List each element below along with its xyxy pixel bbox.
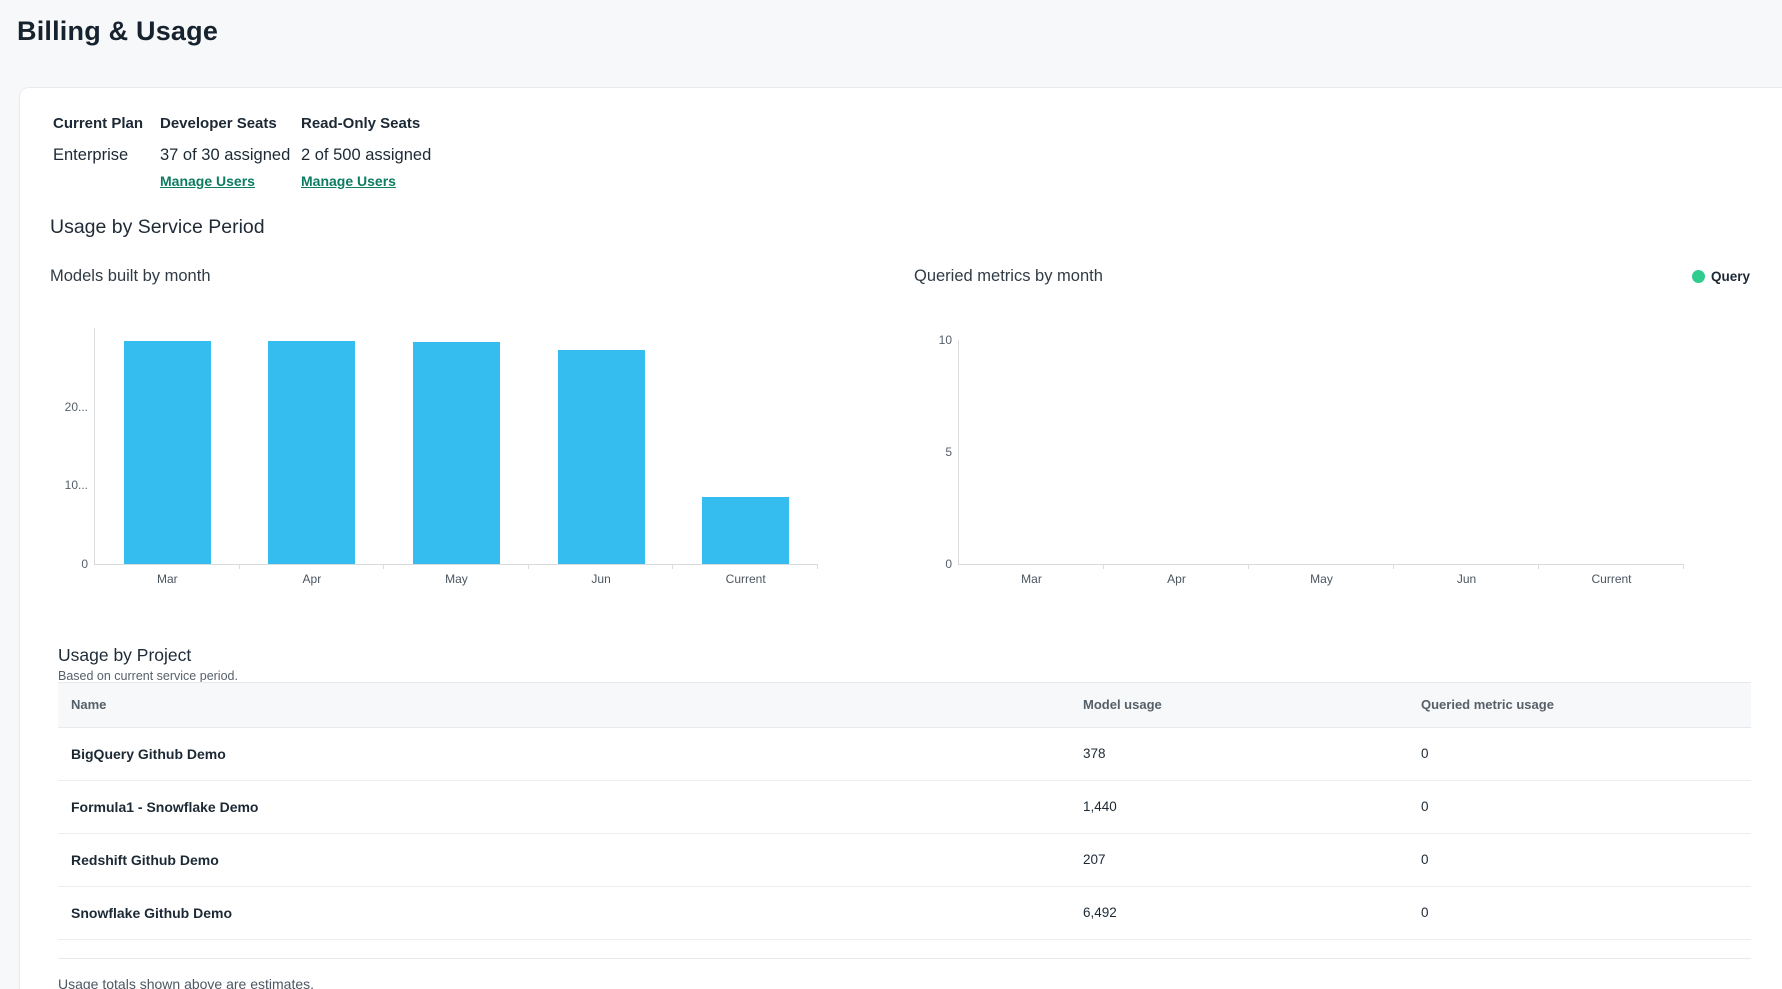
project-name-cell: Formula1 - Snowflake Demo <box>71 781 258 833</box>
bar-may <box>413 342 500 564</box>
models-built-chart-title: Models built by month <box>50 267 211 286</box>
x-axis-tick <box>1393 564 1394 569</box>
x-axis-label-may: May <box>384 572 529 586</box>
project-name-cell: Snowflake Github Demo <box>71 887 232 939</box>
query-legend-label: Query <box>1711 269 1750 284</box>
x-axis-tick <box>672 564 673 569</box>
developer-seats-value: 37 of 30 assigned <box>160 146 290 165</box>
project-name-cell: Redshift Github Demo <box>71 834 219 886</box>
project-name-cell: BigQuery Github Demo <box>71 728 226 780</box>
table-bottom-divider <box>58 958 1751 959</box>
x-axis-label-mar: Mar <box>959 572 1104 586</box>
models-built-chart: 010...20...MarAprMayJunCurrent <box>94 328 818 565</box>
chart-legend: Query <box>1692 269 1750 284</box>
project-usage-subheading: Based on current service period. <box>58 669 238 683</box>
project-usage-rows: BigQuery Github Demo3780Formula1 - Snowf… <box>58 728 1751 940</box>
plan-summary-current-plan: Current Plan Enterprise <box>53 115 143 165</box>
x-axis-label-may: May <box>1249 572 1394 586</box>
table-row: Formula1 - Snowflake Demo 1,440 0 <box>58 781 1751 834</box>
y-axis-tick-label: 0 <box>892 556 952 572</box>
readonly-seats-label: Read-Only Seats <box>301 115 431 132</box>
x-axis-label-mar: Mar <box>95 572 240 586</box>
model-usage-cell: 1,440 <box>1083 781 1117 833</box>
bar-jun <box>558 350 645 564</box>
queried-metric-usage-cell: 0 <box>1421 781 1429 833</box>
column-header-queried-metric-usage: Queried metric usage <box>1421 683 1554 727</box>
page-header: Billing & Usage <box>0 0 1782 87</box>
y-axis-tick-label: 5 <box>892 444 952 460</box>
current-plan-label: Current Plan <box>53 115 143 132</box>
x-axis-tick <box>239 564 240 569</box>
table-row: Redshift Github Demo 207 0 <box>58 834 1751 887</box>
table-header-row: Name Model usage Queried metric usage <box>58 682 1751 728</box>
x-axis-tick <box>1683 564 1684 569</box>
column-header-name: Name <box>71 683 106 727</box>
x-axis-label-apr: Apr <box>1104 572 1249 586</box>
project-usage-heading: Usage by Project <box>58 645 191 666</box>
y-axis-tick-label: 20... <box>28 399 88 415</box>
model-usage-cell: 6,492 <box>1083 887 1117 939</box>
billing-card: Current Plan Enterprise Developer Seats … <box>19 87 1782 989</box>
plan-summary-developer-seats: Developer Seats 37 of 30 assigned Manage… <box>160 115 290 191</box>
queried-metrics-chart: 0510MarAprMayJunCurrent <box>958 340 1684 565</box>
bar-apr <box>268 341 355 564</box>
bar-current <box>702 497 789 564</box>
x-axis-tick <box>817 564 818 569</box>
usage-estimates-footnote: Usage totals shown above are estimates. <box>58 974 314 989</box>
x-axis-tick <box>1103 564 1104 569</box>
x-axis-tick <box>1538 564 1539 569</box>
model-usage-cell: 378 <box>1083 728 1106 780</box>
y-axis-tick-label: 10 <box>892 332 952 348</box>
table-row: BigQuery Github Demo 378 0 <box>58 728 1751 781</box>
x-axis-tick <box>528 564 529 569</box>
queried-metrics-chart-title: Queried metrics by month <box>914 267 1103 286</box>
column-header-model-usage: Model usage <box>1083 683 1162 727</box>
query-legend-dot-icon <box>1692 270 1705 283</box>
y-axis-tick-label: 10... <box>28 477 88 493</box>
page-title: Billing & Usage <box>17 16 218 47</box>
x-axis-label-jun: Jun <box>1394 572 1539 586</box>
queried-metric-usage-cell: 0 <box>1421 728 1429 780</box>
x-axis-label-current: Current <box>1539 572 1684 586</box>
readonly-seats-value: 2 of 500 assigned <box>301 146 431 165</box>
x-axis-label-current: Current <box>673 572 818 586</box>
plan-summary-readonly-seats: Read-Only Seats 2 of 500 assigned Manage… <box>301 115 431 191</box>
current-plan-value: Enterprise <box>53 146 143 165</box>
manage-users-link-readonly[interactable]: Manage Users <box>301 173 396 189</box>
queried-metric-usage-cell: 0 <box>1421 834 1429 886</box>
billing-usage-page: Billing & Usage Current Plan Enterprise … <box>0 0 1782 989</box>
y-axis-tick-label: 0 <box>28 556 88 572</box>
x-axis-label-jun: Jun <box>529 572 674 586</box>
x-axis-label-apr: Apr <box>240 572 385 586</box>
developer-seats-label: Developer Seats <box>160 115 290 132</box>
usage-section-heading: Usage by Service Period <box>50 216 265 239</box>
model-usage-cell: 207 <box>1083 834 1106 886</box>
bar-mar <box>124 341 211 564</box>
x-axis-tick <box>1248 564 1249 569</box>
queried-metric-usage-cell: 0 <box>1421 887 1429 939</box>
x-axis-tick <box>383 564 384 569</box>
manage-users-link-developer[interactable]: Manage Users <box>160 173 255 189</box>
project-usage-table: Name Model usage Queried metric usage Bi… <box>58 682 1751 940</box>
table-row: Snowflake Github Demo 6,492 0 <box>58 887 1751 940</box>
